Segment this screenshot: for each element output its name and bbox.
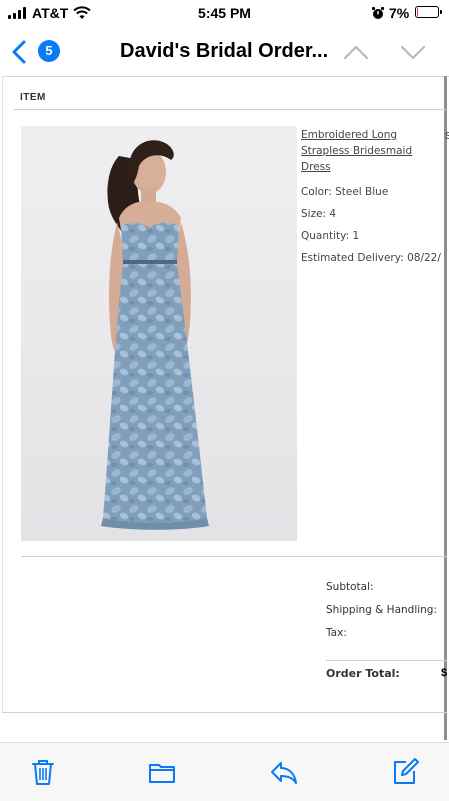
folder-icon[interactable]: [147, 757, 177, 787]
subtotal-label: Subtotal:: [326, 581, 374, 593]
divider: [326, 660, 447, 661]
price-fragment: S: [445, 131, 449, 142]
trash-icon[interactable]: [28, 757, 58, 787]
unread-count-badge: 5: [38, 40, 60, 62]
back-button[interactable]: 5: [8, 37, 68, 67]
chevron-left-icon: [12, 40, 26, 64]
email-bottom-border: [2, 712, 447, 713]
chevron-up-icon[interactable]: [342, 39, 370, 65]
alarm-icon: [371, 6, 385, 19]
product-details: Embroidered Long Strapless Bridesmaid Dr…: [301, 127, 449, 269]
divider: [21, 556, 447, 557]
order-total-label: Order Total:: [326, 667, 400, 680]
page-title: David's Bridal Order...: [120, 40, 329, 62]
product-size: Size: 4: [301, 208, 337, 220]
email-border: [2, 76, 3, 712]
order-total-value: $: [441, 667, 448, 679]
dress-photo: [21, 126, 297, 541]
product-image[interactable]: [21, 126, 297, 541]
battery-fill: [417, 8, 418, 16]
item-column-header: ITEM: [20, 92, 46, 103]
product-color: Color: Steel Blue: [301, 186, 389, 198]
shipping-label: Shipping & Handling:: [326, 604, 438, 616]
nav-bar: 5 David's Bridal Order...: [0, 26, 449, 76]
battery-icon: [415, 6, 442, 18]
status-bar: AT&T 5:45 PM 7%: [0, 0, 449, 26]
tax-label: Tax:: [326, 627, 347, 639]
reply-icon[interactable]: [269, 757, 299, 787]
estimated-delivery: Estimated Delivery: 08/22/: [301, 252, 441, 264]
bottom-toolbar: [0, 742, 449, 801]
compose-icon[interactable]: [390, 757, 420, 787]
divider: [14, 109, 446, 110]
product-quantity: Quantity: 1: [301, 230, 360, 242]
product-name-link[interactable]: Embroidered Long Strapless Bridesmaid Dr…: [301, 127, 436, 175]
battery-percentage: 7%: [389, 5, 410, 21]
chevron-down-icon[interactable]: [399, 39, 427, 65]
